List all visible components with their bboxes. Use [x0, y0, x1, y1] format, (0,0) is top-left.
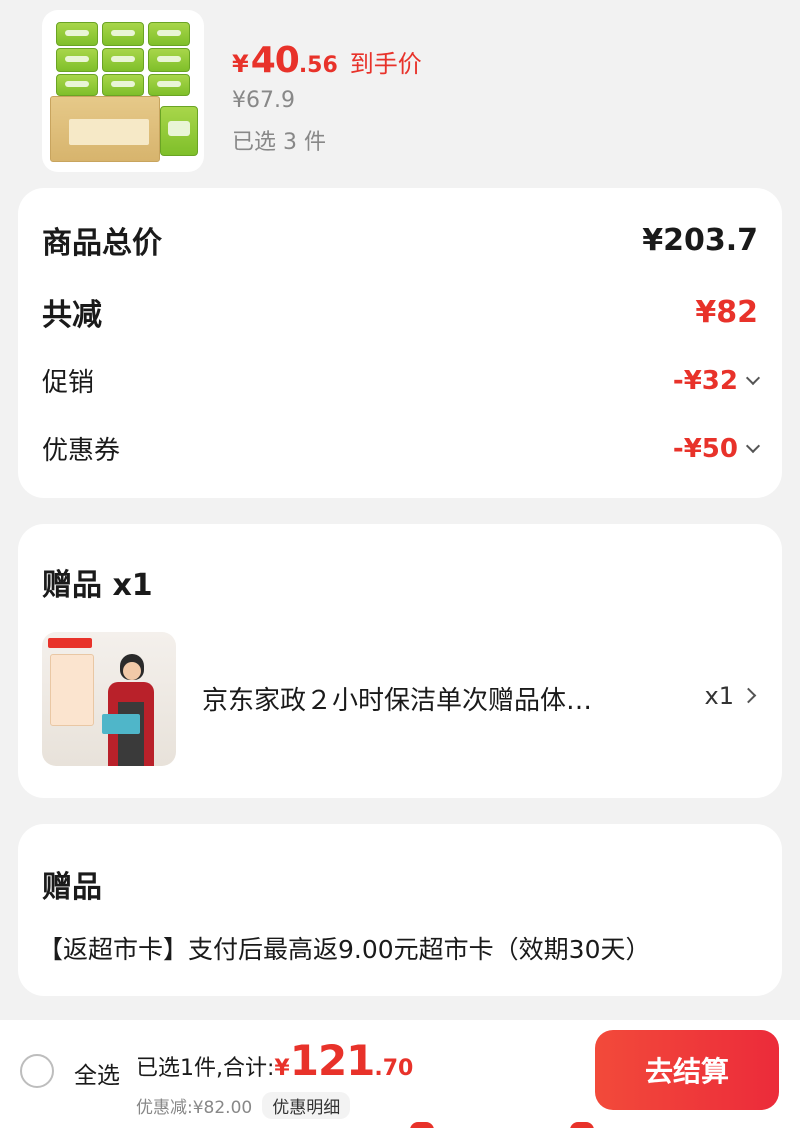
total-decimal: .70 [374, 1056, 414, 1081]
promo-value-wrap[interactable]: -¥32 [672, 365, 761, 396]
gift-box-shape [102, 714, 140, 734]
tissue-pack-shape [148, 74, 190, 96]
tissue-pack-shape [102, 74, 144, 96]
rebate-gift-card: 赠品 【返超市卡】支付后最高返9.00元超市卡（效期30天） [18, 824, 782, 996]
coupon-value-wrap[interactable]: -¥50 [672, 433, 761, 464]
total-prefix: 已选1件,合计: [136, 1056, 275, 1081]
selected-count: 已选 3 件 [232, 130, 326, 155]
total-currency: ¥ [274, 1056, 290, 1081]
carton-label-shape [69, 119, 149, 145]
promo-label: 促销 [42, 368, 95, 398]
chevron-down-icon[interactable] [745, 438, 761, 453]
price-summary-card: 商品总价 ¥203.7 共减 ¥82 促销 -¥32 优惠券 -¥50 [18, 188, 782, 498]
tissue-pack-shape [148, 48, 190, 72]
chevron-right-icon[interactable] [740, 687, 757, 704]
floating-badge-shape [410, 1122, 434, 1128]
total-price-value: ¥203.7 [642, 222, 758, 258]
product-image[interactable] [42, 10, 204, 172]
coupon-row[interactable]: 优惠券 -¥50 [42, 430, 761, 467]
apron-shape [118, 702, 144, 766]
checkout-bar: 全选 已选1件,合计: ¥ 121 .70 优惠减:¥82.00 优惠明细 去结… [0, 1020, 800, 1128]
tissue-pack-shape [56, 22, 98, 46]
poster-shape [50, 654, 94, 726]
rebate-gift-title: 赠品 [42, 870, 102, 905]
tissue-pack-shape [160, 106, 198, 156]
original-price: ¥67.9 [232, 88, 295, 113]
person-face-shape [123, 662, 141, 680]
deal-price: ¥ 40 .56 到手价 [232, 40, 422, 81]
deal-price-tag: 到手价 [349, 50, 422, 78]
coupon-label: 优惠券 [42, 436, 121, 466]
deal-price-decimal: .56 [298, 53, 338, 78]
checkout-button[interactable]: 去结算 [595, 1030, 779, 1110]
total-reduce-value: ¥82 [695, 294, 758, 330]
gift-image[interactable] [42, 632, 176, 766]
tissue-pack-shape [148, 22, 190, 46]
tissue-pack-shape [56, 74, 98, 96]
chevron-down-icon[interactable] [745, 370, 761, 385]
total-price-row: 商品总价 ¥203.7 [42, 218, 758, 262]
deal-price-integer: 40 [250, 40, 300, 81]
gift-quantity: x1 [704, 682, 734, 710]
tissue-pack-shape [102, 22, 144, 46]
total-amount: 已选1件,合计: ¥ 121 .70 [136, 1036, 413, 1085]
coupon-value: -¥50 [672, 433, 738, 464]
gift-title: 赠品 x1 [42, 568, 153, 603]
tissue-pack-shape [56, 48, 98, 72]
gift-name[interactable]: 京东家政２小时保洁单次赠品体… [202, 680, 662, 717]
select-all-label[interactable]: 全选 [74, 1056, 120, 1090]
discount-detail-button[interactable]: 优惠明细 [262, 1092, 351, 1119]
tissue-pack-shape [102, 48, 144, 72]
carton-box-shape [50, 96, 160, 162]
floating-badge-shape [570, 1122, 594, 1128]
select-all-radio[interactable] [20, 1054, 54, 1088]
promo-value: -¥32 [672, 365, 738, 396]
discount-line: 优惠减:¥82.00 优惠明细 [136, 1092, 351, 1119]
total-integer: 121 [289, 1036, 376, 1085]
product-summary: ¥ 40 .56 到手价 ¥67.9 已选 3 件 [0, 0, 800, 180]
total-reduce-row: 共减 ¥82 [42, 290, 758, 334]
rebate-gift-description: 【返超市卡】支付后最高返9.00元超市卡（效期30天） [38, 935, 651, 964]
discount-amount: 优惠减:¥82.00 [136, 1098, 253, 1118]
total-price-label: 商品总价 [42, 226, 162, 261]
gift-card: 赠品 x1 京东家政２小时保洁单次赠品体… x1 [18, 524, 782, 798]
promo-row[interactable]: 促销 -¥32 [42, 362, 761, 399]
brand-logo-shape [48, 638, 92, 648]
total-reduce-label: 共减 [42, 298, 102, 333]
deal-price-currency: ¥ [232, 50, 249, 78]
